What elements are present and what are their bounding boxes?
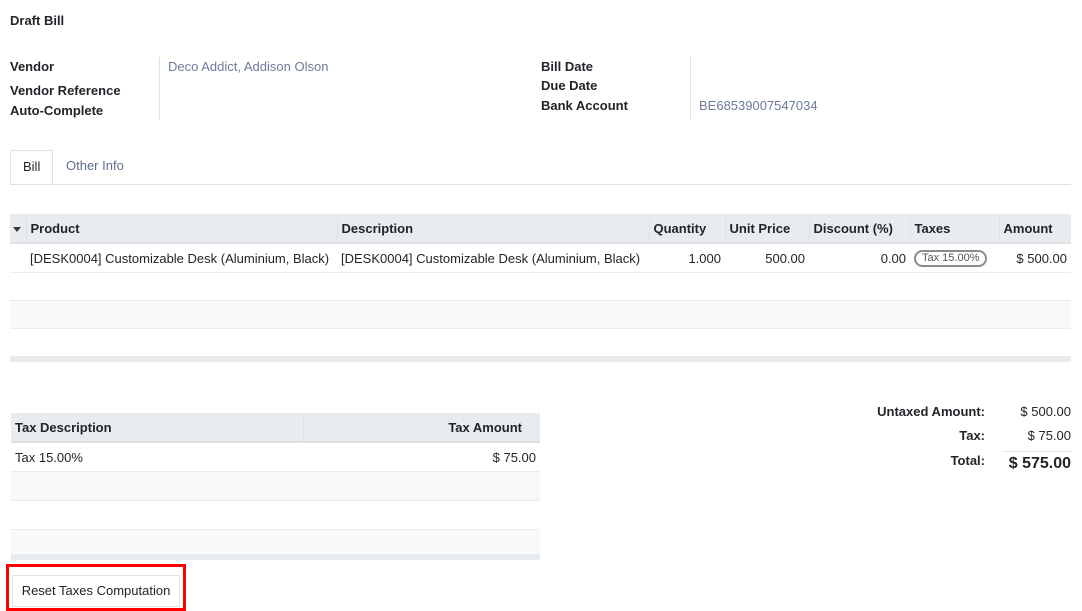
auto-complete-field[interactable] [168,100,528,120]
page-title: Draft Bill [10,13,65,28]
empty-cell [10,272,1071,301]
total-label: Total: [950,453,985,468]
bank-account-label: Bank Account [541,98,628,113]
tax-total-value: $ 75.00 [1027,428,1071,443]
unit-price-cell[interactable]: 500.00 [725,243,809,273]
tax-total-label: Tax: [959,428,985,443]
caret-down-icon [13,226,21,232]
description-cell[interactable]: [DESK0004] Customizable Desk (Aluminium,… [337,243,649,273]
tax-badge: Tax 15.00% [914,250,988,267]
tax-lines-table: Tax Description Tax Amount Tax 15.00% $ … [11,413,540,559]
total-value: $ 575.00 [1008,455,1071,472]
untaxed-amount-value: $ 500.00 [1020,404,1071,419]
vendor-reference-field[interactable] [168,80,528,100]
field-divider [159,57,160,120]
taxes-cell[interactable]: Tax 15.00% [910,243,999,273]
empty-cell [10,300,1071,329]
empty-cell [10,328,1071,357]
column-header-tax-description[interactable]: Tax Description [11,413,304,443]
column-header-description[interactable]: Description [337,214,650,244]
column-header-quantity[interactable]: Quantity [649,214,726,244]
column-header-tax-amount[interactable]: Tax Amount [303,413,540,443]
auto-complete-label: Auto-Complete [10,103,104,118]
tab-other-info[interactable]: Other Info [54,150,136,183]
due-date-field[interactable] [699,76,1069,95]
table-row [11,500,540,530]
table-footer [11,554,540,560]
tax-description-cell[interactable]: Tax 15.00% [11,442,303,472]
vendor-field[interactable]: Deco Addict, Addison Olson [168,59,328,74]
product-cell[interactable]: [DESK0004] Customizable Desk (Aluminium,… [26,243,337,273]
amount-cell: $ 500.00 [999,243,1071,273]
bill-date-field[interactable] [699,57,1069,76]
reset-taxes-computation-button[interactable]: Reset Taxes Computation [12,575,180,607]
column-header-product[interactable]: Product [26,214,338,244]
bill-date-label: Bill Date [541,59,594,74]
empty-cell [11,471,540,501]
vendor-reference-label: Vendor Reference [10,83,121,98]
totals-divider [1003,451,1071,452]
empty-cell [11,500,540,530]
table-row[interactable]: Tax 15.00% $ 75.00 [11,442,540,472]
table-row [10,328,1071,357]
column-header-unit-price[interactable]: Unit Price [725,214,810,244]
tab-bar: Bill Other Info [10,150,1071,185]
quantity-cell[interactable]: 1.000 [649,243,725,273]
tax-amount-cell[interactable]: $ 75.00 [303,442,540,472]
column-options-handle[interactable] [10,214,27,244]
table-footer [10,356,1071,362]
table-row [10,272,1071,301]
untaxed-amount-label: Untaxed Amount: [877,404,985,419]
column-header-discount[interactable]: Discount (%) [809,214,911,244]
bank-account-field[interactable]: BE68539007547034 [699,98,818,113]
row-handle [10,243,26,273]
table-header-row: Tax Description Tax Amount [11,413,540,443]
due-date-label: Due Date [541,78,598,93]
tab-bill[interactable]: Bill [10,150,54,184]
table-row [11,471,540,501]
invoice-lines-table: Product Description Quantity Unit Price … [10,214,1071,357]
table-row [10,300,1071,329]
vendor-label: Vendor [10,59,55,74]
table-row[interactable]: [DESK0004] Customizable Desk (Aluminium,… [10,243,1071,273]
column-header-taxes[interactable]: Taxes [910,214,1000,244]
table-header-row: Product Description Quantity Unit Price … [10,214,1071,244]
column-header-amount[interactable]: Amount [999,214,1071,244]
field-divider [690,57,691,120]
discount-cell[interactable]: 0.00 [809,243,910,273]
